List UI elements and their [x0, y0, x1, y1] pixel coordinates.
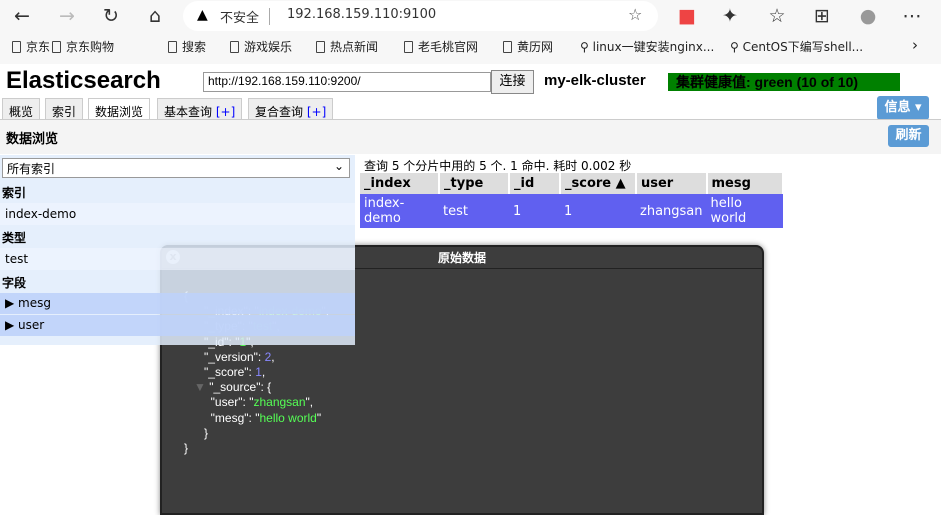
results-table: _index _type _id _score ▲ user mesg inde… [360, 173, 784, 228]
page-icon [316, 41, 325, 53]
triangle-right-icon: ▶ [5, 296, 19, 310]
url-text[interactable]: 192.168.159.110:9100 [287, 7, 436, 22]
cell[interactable]: 1 [560, 194, 636, 228]
insecure-label: 不安全 [220, 11, 260, 26]
more-icon[interactable]: ⋯ [900, 4, 924, 28]
field-item[interactable]: ▶ mesg [0, 293, 355, 314]
page-icon [503, 41, 512, 53]
collections-icon[interactable]: ⊞ [810, 4, 834, 28]
cell[interactable]: index-demo [360, 194, 439, 228]
column-header[interactable]: mesg [706, 173, 784, 194]
bookmark[interactable]: ⚲ linux一键安装nginx... [580, 38, 714, 55]
column-header[interactable]: _type [439, 173, 510, 194]
tab-indices[interactable]: 索引 [45, 98, 84, 120]
page-icon [52, 41, 61, 53]
link-icon: ⚲ [730, 40, 743, 54]
app-title: Elasticsearch [6, 67, 161, 94]
info-button[interactable]: 信息 ▾ [877, 96, 929, 120]
tab-browser[interactable]: 数据浏览 [88, 98, 151, 121]
tab-overview[interactable]: 概览 [2, 98, 41, 120]
refresh-button[interactable]: 刷新 [888, 125, 929, 147]
cluster-url-input[interactable]: http://192.168.159.110:9200/ [203, 72, 491, 92]
page-icon [404, 41, 413, 53]
reload-icon[interactable]: ↻ [99, 4, 123, 28]
home-icon[interactable]: ⌂ [143, 4, 167, 28]
page-title: 数据浏览 [6, 132, 59, 147]
column-header[interactable]: user [636, 173, 708, 194]
profile-avatar[interactable]: ● [856, 4, 880, 28]
table-row[interactable]: index-demo test 1 1 zhangsan hello world [360, 194, 783, 228]
tab-basic-query[interactable]: 基本查询 [+] [157, 98, 243, 120]
section-field: 字段 [2, 276, 27, 290]
collapse-triangle-icon[interactable]: ▼ [194, 380, 206, 394]
warning-icon: ▲ [197, 7, 208, 23]
page-icon [230, 41, 239, 53]
toolbar [0, 120, 941, 154]
section-type: 类型 [2, 231, 27, 245]
section-index: 索引 [2, 186, 27, 200]
bookmark[interactable]: 京东购物 [52, 38, 114, 55]
triangle-right-icon: ▶ [5, 318, 19, 332]
bookmark[interactable]: 搜索 [168, 38, 206, 55]
table-header: _index _type _id _score ▲ user mesg [360, 173, 784, 194]
query-summary: 查询 5 个分片中用的 5 个. 1 命中. 耗时 0.002 秒 [364, 159, 632, 173]
cell[interactable]: hello world [706, 194, 783, 228]
cell[interactable]: zhangsan [636, 194, 707, 228]
bookmark[interactable]: 游戏娱乐 [230, 38, 292, 55]
chevron-right-icon[interactable]: › [912, 36, 918, 54]
health-badge: 集群健康值: green (10 of 10) [668, 73, 900, 91]
bookmark[interactable]: 黄历网 [503, 38, 553, 55]
favorite-icon[interactable]: ☆ [628, 5, 642, 24]
extension-icon[interactable]: ■ [675, 4, 699, 28]
address-bar[interactable]: ▲ 不安全 192.168.159.110:9100 ☆ [183, 1, 658, 31]
divider [269, 8, 270, 25]
type-item[interactable]: test [0, 248, 355, 270]
index-item[interactable]: index-demo [0, 203, 355, 225]
index-select[interactable]: 所有索引 ⌄ [2, 158, 350, 178]
connect-button[interactable]: 连接 [491, 70, 534, 94]
chevron-down-icon: ⌄ [333, 159, 344, 173]
bookmark[interactable]: 老毛桃官网 [404, 38, 478, 55]
favorites-icon[interactable]: ☆ [765, 4, 789, 28]
bookmark[interactable]: 京东 [12, 38, 50, 55]
link-icon: ⚲ [580, 40, 593, 54]
page-icon [12, 41, 21, 53]
cell[interactable]: test [439, 194, 509, 228]
back-icon[interactable]: ← [10, 4, 34, 28]
column-header[interactable]: _index [360, 173, 440, 194]
bookmark[interactable]: 热点新闻 [316, 38, 378, 55]
bookmark[interactable]: ⚲ CentOS下编写shell... [730, 38, 863, 55]
field-item[interactable]: ▶ user [0, 315, 355, 336]
cell[interactable]: 1 [509, 194, 560, 228]
column-header[interactable]: _id [509, 173, 561, 194]
cluster-name: my-elk-cluster [544, 72, 646, 89]
browser-chrome: ← → ↻ ⌂ ▲ 不安全 192.168.159.110:9100 ☆ ■ ✦… [0, 0, 941, 64]
column-header[interactable]: _score ▲ [560, 173, 637, 194]
extensions-icon[interactable]: ✦ [718, 4, 742, 28]
forward-icon[interactable]: → [55, 4, 79, 28]
page-icon [168, 41, 177, 53]
sidebar: 所有索引 ⌄ 索引 index-demo 类型 test 字段 ▶ mesg ▶ … [0, 155, 355, 345]
tab-compound-query[interactable]: 复合查询 [+] [248, 98, 334, 120]
